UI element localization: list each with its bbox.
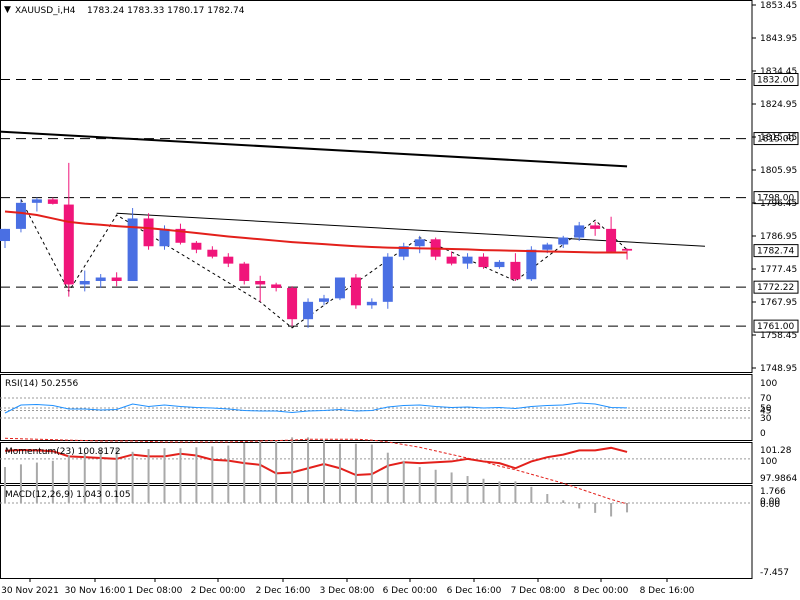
trading-chart: 1832.001815.001798.001772.221761.00 1782… — [0, 0, 799, 596]
candle-bull — [95, 277, 106, 281]
price-tick-label: 1748.95 — [760, 364, 797, 374]
price-tick-label: 1805.95 — [760, 166, 797, 176]
rsi-pane: 100705045300 — [0, 379, 777, 439]
candle-bear — [111, 277, 122, 281]
momentum-tick-label: 97.9864 — [760, 474, 797, 484]
time-tick-label: 30 Nov 2021 — [1, 586, 59, 596]
candle-bear — [47, 199, 58, 204]
candle-bull — [382, 256, 393, 302]
candle-bull — [159, 228, 170, 247]
axes-labels: 1853.45 1843.95 1834.45 1824.95 1815.45 1805.… — [1, 1, 797, 596]
candle-bull — [334, 277, 345, 299]
candle-bull — [366, 301, 377, 306]
candle-bull — [494, 261, 505, 268]
candle-bear — [606, 228, 617, 252]
rsi-tick-label: 70 — [760, 394, 772, 404]
price-pane-frame — [0, 0, 753, 373]
price-tick-label: 1767.95 — [760, 298, 797, 308]
candle-bull — [15, 202, 26, 229]
price-tick-label: 1758.45 — [760, 331, 797, 341]
macd-tick-label: -7.457 — [760, 568, 789, 578]
time-tick-label: 8 Dec 16:00 — [640, 586, 695, 596]
price-pane: 1782.74 — [0, 130, 799, 329]
rsi-title: RSI(14) 50.2556 — [5, 379, 78, 389]
price-level-label: 1772.22 — [757, 283, 794, 293]
candle-bull — [303, 301, 314, 320]
candle-bear — [207, 249, 218, 257]
candle-bear — [446, 256, 457, 264]
candle-bull — [558, 237, 569, 245]
price-tick-label: 1853.45 — [760, 1, 797, 11]
candle-bear — [239, 263, 250, 281]
price-tick-label: 1815.45 — [760, 133, 797, 143]
candle-bull — [414, 239, 425, 247]
price-tick-label: 1824.95 — [760, 100, 797, 110]
price-tick-label: 1796.45 — [760, 199, 797, 209]
candle-bear — [63, 204, 74, 285]
time-tick-label: 1 Dec 08:00 — [128, 586, 183, 596]
candle-bear — [622, 248, 633, 251]
chart-symbol: XAUUSD_i,H4 — [15, 6, 76, 16]
candle-bull — [31, 199, 42, 203]
time-tick-label: 2 Dec 00:00 — [191, 586, 246, 596]
time-tick-label: 6 Dec 00:00 — [383, 586, 438, 596]
rsi-tick-label: 30 — [760, 414, 772, 424]
chart-ohlc: 1783.24 1783.33 1780.17 1782.74 — [87, 6, 245, 16]
candle-bear — [478, 256, 489, 268]
candle-bull — [79, 280, 90, 285]
candle-bear — [271, 284, 282, 288]
rsi-tick-label: 0 — [760, 429, 766, 439]
candle-bull — [542, 244, 553, 250]
rsi-tick-label: 100 — [760, 379, 777, 389]
candle-bear — [223, 256, 234, 264]
price-tick-label: 1786.95 — [760, 232, 797, 242]
price-tick-label: 1777.45 — [760, 265, 797, 275]
macd-title: MACD(12,26,9) 1.043 0.105 — [5, 490, 131, 500]
candle-bear — [350, 277, 361, 306]
price-tick-label: 1834.45 — [760, 67, 797, 77]
candle-bull — [462, 256, 473, 264]
candle-bear — [143, 218, 154, 247]
moving-average-black-line — [0, 130, 628, 168]
momentum-tick-label: 100 — [760, 457, 777, 467]
candle-bear — [191, 242, 202, 250]
momentum-tick-label: 101.28 — [760, 446, 792, 456]
macd-tick-label: 1.766 — [760, 487, 786, 497]
moving-average-red-line — [4, 210, 628, 254]
price-tick-label: 1843.95 — [760, 34, 797, 44]
time-tick-label: 3 Dec 08:00 — [320, 586, 375, 596]
candle-bull — [574, 225, 585, 238]
candle-bull — [319, 298, 329, 302]
last-price-label: 1782.74 — [757, 247, 794, 257]
time-tick-label: 7 Dec 08:00 — [511, 586, 566, 596]
macd-tick-label: 0.00 — [760, 500, 780, 510]
trend-line — [116, 212, 706, 247]
candle-bull — [526, 249, 537, 280]
time-tick-label: 6 Dec 16:00 — [447, 586, 502, 596]
candle-bear — [510, 261, 521, 280]
candle-bear — [590, 225, 601, 229]
momentum-title: Momentum(23) 100.8172 — [5, 447, 121, 457]
collapse-triangle-icon[interactable]: ▼ — [4, 5, 11, 15]
price-level-label: 1832.00 — [757, 76, 794, 86]
candle-bull — [0, 228, 10, 242]
time-tick-label: 30 Nov 16:00 — [65, 586, 126, 596]
horizontal-levels: 1832.001815.001798.001772.221761.00 — [0, 73, 799, 333]
candle-bear — [255, 280, 266, 285]
time-tick-label: 8 Dec 00:00 — [574, 586, 629, 596]
time-tick-label: 2 Dec 16:00 — [256, 586, 311, 596]
candle-bear — [287, 287, 298, 320]
